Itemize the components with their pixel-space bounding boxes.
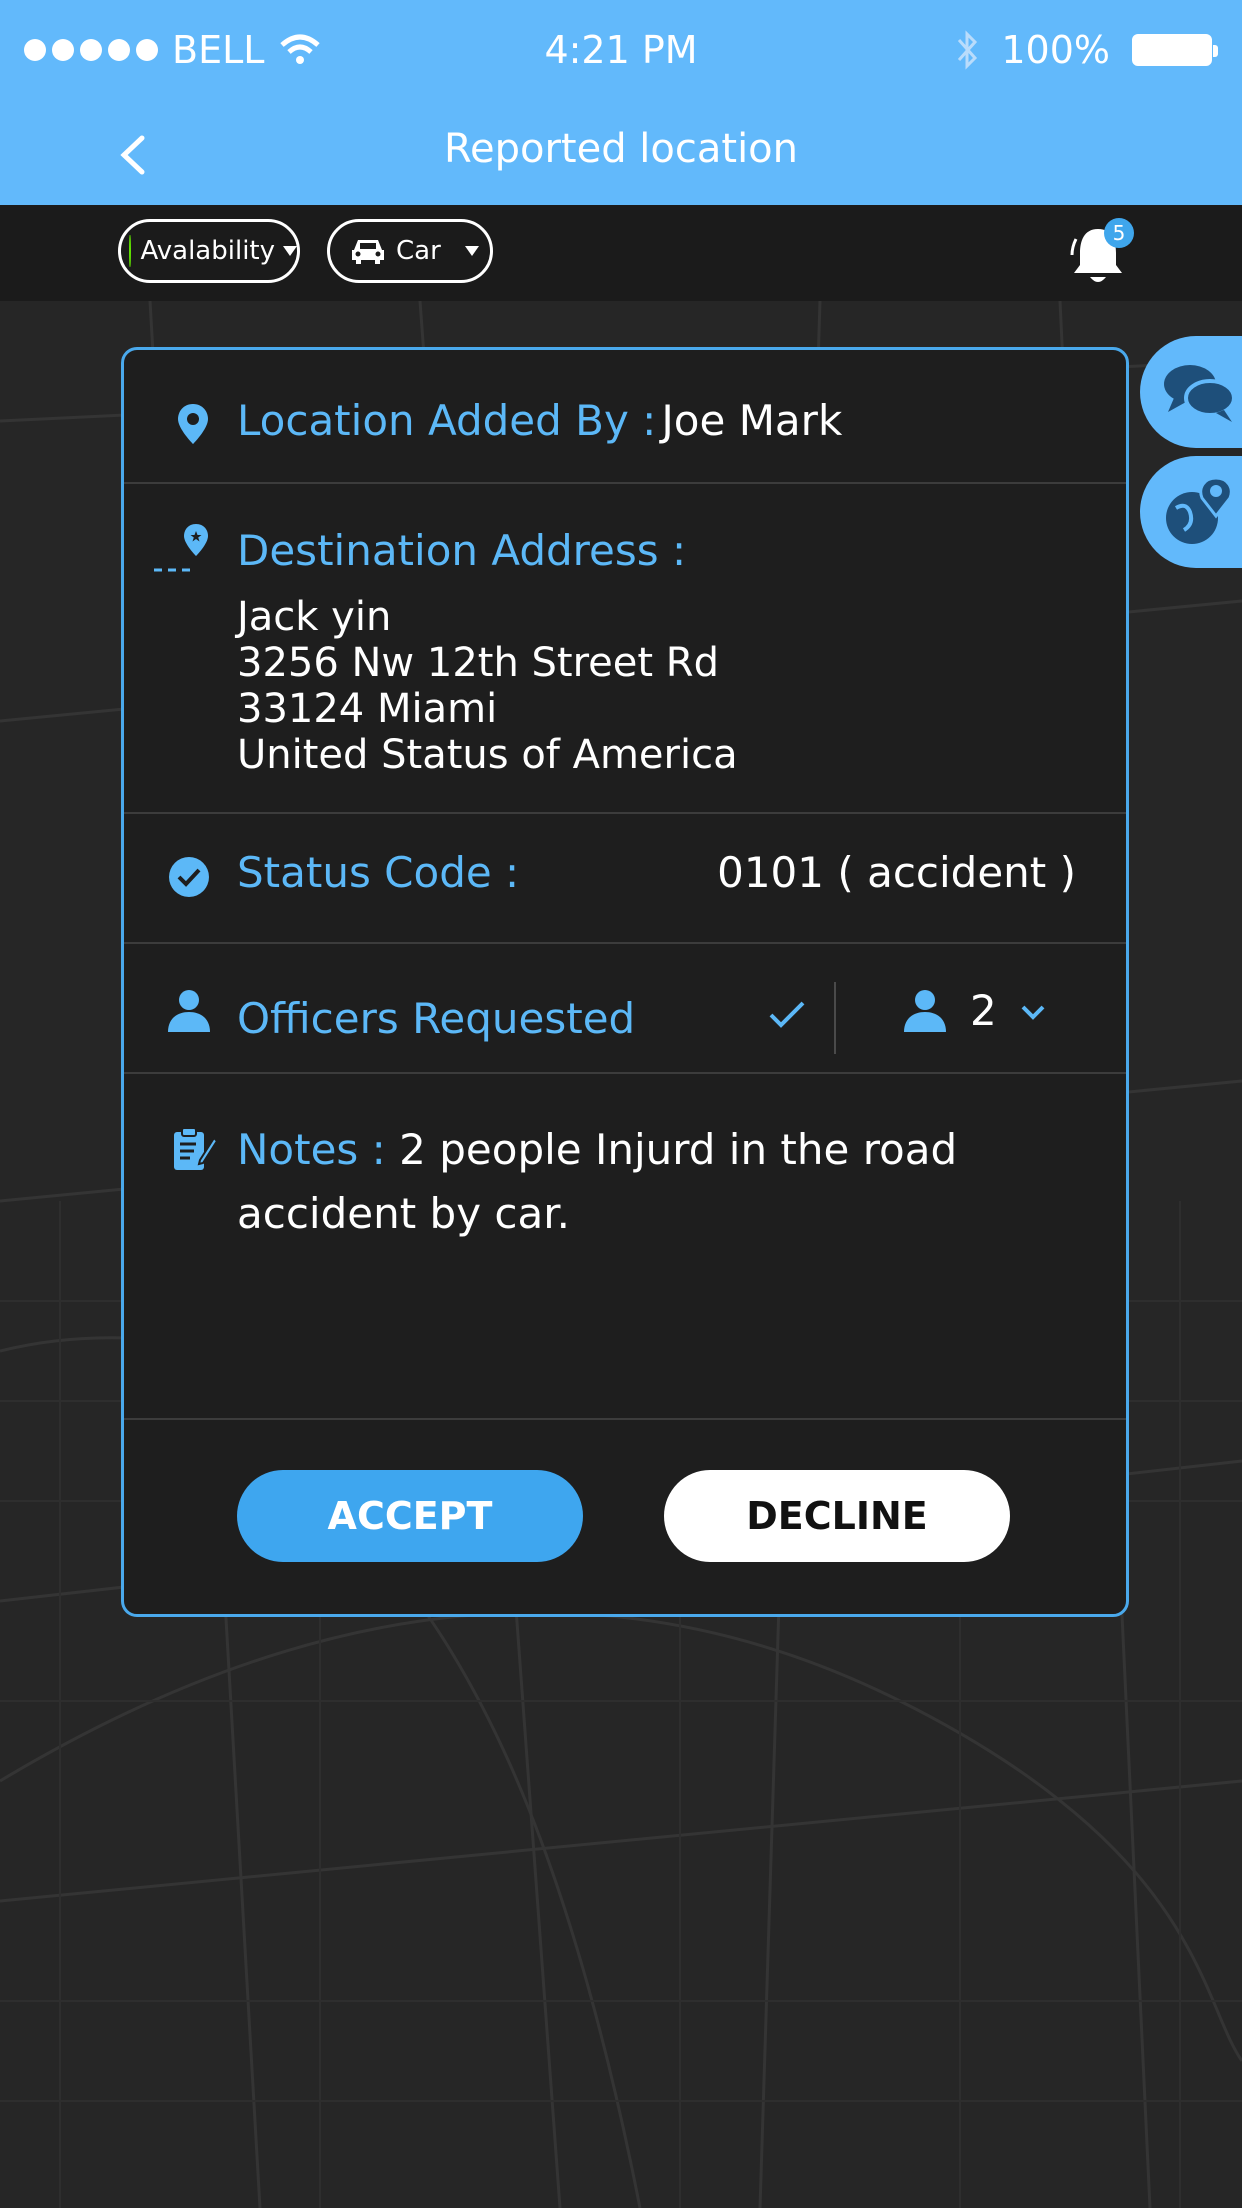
action-row: ACCEPT DECLINE [124,1420,1126,1614]
added-by-value: Joe Mark [661,396,843,445]
checkmark-icon[interactable] [768,1000,806,1030]
vehicle-label: Car [396,236,441,266]
caret-down-icon [464,246,479,256]
destination-address: Jack yin 3256 Nw 12th Street Rd 33124 Mi… [237,594,738,778]
globe-pin-icon [1166,476,1233,544]
added-by-row: Location Added By : Joe Mark [124,350,1126,484]
chevron-down-icon [1021,1005,1045,1020]
person-icon [168,990,210,1032]
divider [834,982,836,1054]
page-title: Reported location [443,126,799,172]
availability-status-dot [129,235,131,267]
check-circle-icon [169,857,209,897]
officers-count-selector[interactable]: 2 [902,984,1062,1040]
vehicle-dropdown[interactable]: Car [327,219,493,283]
status-code-label: Status Code : [237,848,520,897]
bluetooth-icon [958,30,978,70]
destination-pin-icon [154,524,208,572]
officers-row: Officers Requested 2 [124,944,1126,1074]
battery-icon [1132,34,1218,66]
added-by-label: Location Added By : [237,396,657,445]
filter-toolbar: Avalability Car 5 [0,205,1242,301]
chat-bubbles-icon [1164,365,1236,422]
person-icon [904,990,946,1032]
availability-label: Avalability [140,236,276,266]
chat-button[interactable] [1140,336,1242,448]
nav-bar: Reported location [0,100,1242,205]
notes-text: Notes : 2 people Injurd in the road acci… [237,1118,1107,1246]
notification-badge: 5 [1104,218,1134,248]
officers-label: Officers Requested [237,994,636,1043]
incident-card: Location Added By : Joe Mark Destination… [121,347,1129,1617]
car-icon [352,240,384,264]
address-name: Jack yin [237,594,392,640]
destination-label: Destination Address : [237,526,687,575]
caret-down-icon [283,246,297,256]
decline-button[interactable]: DECLINE [664,1470,1010,1562]
notes-label: Notes : [237,1125,386,1174]
officers-count: 2 [970,986,997,1035]
availability-dropdown[interactable]: Avalability [118,219,300,283]
notes-row: Notes : 2 people Injurd in the road acci… [124,1074,1126,1420]
battery-percent: 100% [1001,28,1110,72]
address-street: 3256 Nw 12th Street Rd [237,640,719,686]
accept-button[interactable]: ACCEPT [237,1470,583,1562]
address-country: United Status of America [237,732,738,778]
top-bar: BELL 4:21 PM 100% Reported location [0,0,1242,205]
status-bar: BELL 4:21 PM 100% [0,0,1242,100]
location-pin-icon [178,404,208,444]
address-city: 33124 Miami [237,686,498,732]
location-share-button[interactable] [1140,456,1242,568]
destination-row: Destination Address : Jack yin 3256 Nw 1… [124,484,1126,814]
clipboard-edit-icon [174,1127,218,1170]
status-code-row: Status Code : 0101 ( accident ) [124,814,1126,944]
status-code-value: 0101 ( accident ) [717,848,1076,897]
